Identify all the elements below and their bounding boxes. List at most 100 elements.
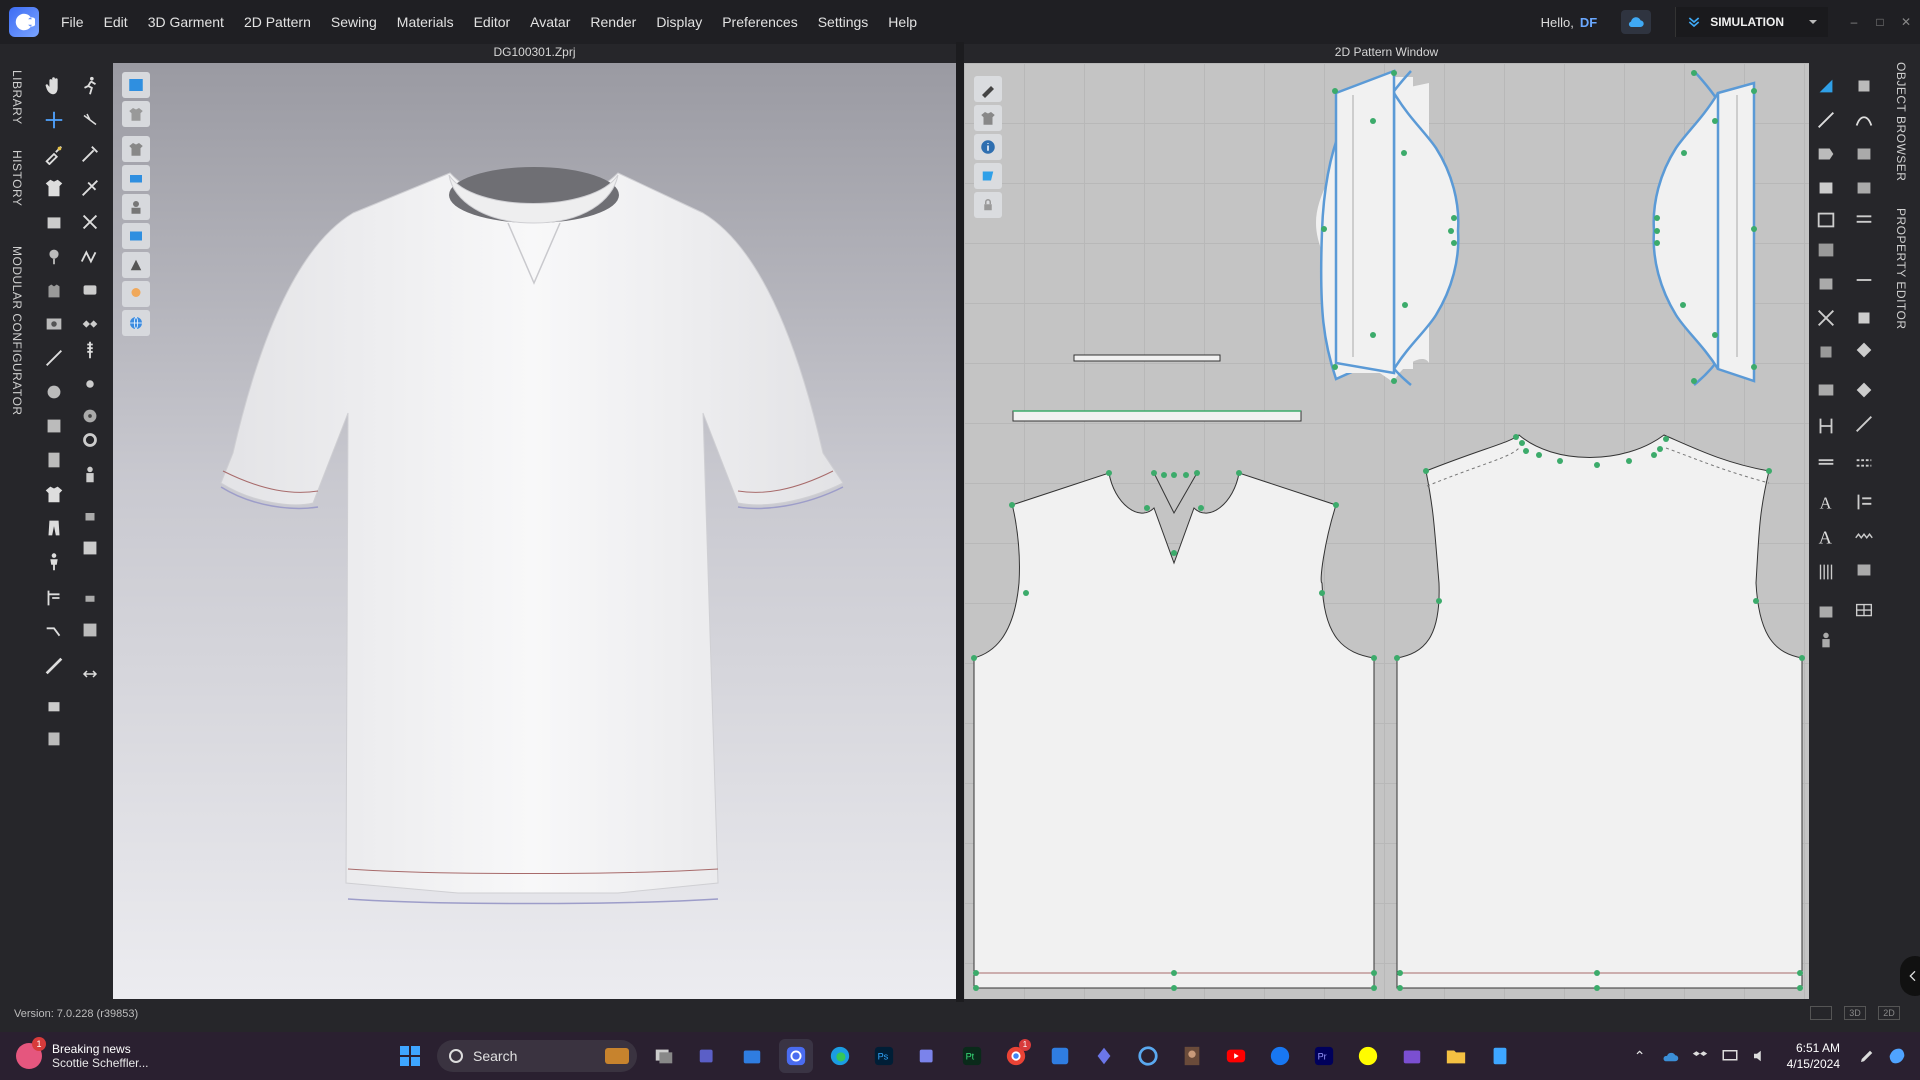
mode-selector[interactable]: SIMULATION [1675,7,1828,37]
menu-help[interactable]: Help [878,0,927,44]
teams-work-app[interactable] [911,1039,945,1073]
edge-app[interactable] [823,1039,857,1073]
grommet-tool[interactable] [76,426,104,454]
grid-tool[interactable] [1812,558,1840,586]
measure-avatar-tool[interactable] [40,584,68,612]
avatar-display-button[interactable] [122,72,150,98]
layout-tool[interactable] [1812,598,1840,626]
skin-display-button[interactable] [122,281,150,307]
topstitch-tool[interactable] [76,502,104,530]
fill-tool[interactable] [76,616,104,644]
tab-property-editor[interactable]: PROPERTY EDITOR [1894,208,1908,330]
tab-library[interactable]: LIBRARY [10,70,24,125]
arrangement-tool[interactable] [76,660,104,688]
ruler-tool[interactable] [40,652,68,680]
length-tool[interactable] [1812,448,1840,476]
clapper-app[interactable] [1395,1039,1429,1073]
copilot-app[interactable] [1087,1039,1121,1073]
menu-display[interactable]: Display [646,0,712,44]
facebook-app[interactable] [1263,1039,1297,1073]
seam-allowance-tool[interactable] [1812,270,1840,298]
fold-tool[interactable] [76,106,104,134]
annotation-tool[interactable] [1850,488,1878,516]
dart-tool[interactable] [1850,174,1878,202]
texture-display-button[interactable] [122,136,150,162]
zigzag-measure-tool[interactable] [1850,522,1878,550]
user-name[interactable]: DF [1580,15,1597,30]
tab-history[interactable]: HISTORY [10,150,24,206]
menu-avatar[interactable]: Avatar [520,0,580,44]
graphic-tool[interactable] [1812,376,1840,404]
tape-measure-tool[interactable] [76,584,104,612]
explorer-app[interactable] [1439,1039,1473,1073]
menu-sewing[interactable]: Sewing [321,0,387,44]
store-app[interactable] [735,1039,769,1073]
internal-polygon-tool[interactable] [1812,174,1840,202]
menu-preferences[interactable]: Preferences [712,0,807,44]
texture-tool[interactable] [76,534,104,562]
free-sewing-tool[interactable] [1812,304,1840,332]
show-garment-button[interactable] [974,105,1002,131]
volume-icon[interactable] [1749,1045,1771,1067]
route-tool[interactable] [40,618,68,646]
distance-tool[interactable] [1850,448,1878,476]
pt-app[interactable]: Pt [955,1039,989,1073]
lock-pattern-button[interactable] [974,192,1002,218]
cloud-sync-button[interactable] [1621,10,1652,34]
taskbar-search[interactable]: Search [437,1040,637,1072]
maps-app[interactable] [1043,1039,1077,1073]
shirt-fold-tool[interactable] [40,480,68,508]
line-tool[interactable] [40,344,68,372]
avatar-fit-tool[interactable] [1812,626,1840,654]
viewport-3d[interactable] [113,63,956,999]
show-info-button[interactable] [974,134,1002,160]
news-widget[interactable]: 1 Breaking news Scottie Scheffler... [16,1037,236,1074]
button-place-tool[interactable] [1850,556,1878,584]
material-display-button[interactable] [122,252,150,278]
gizmo-tool[interactable] [40,106,68,134]
check-sewing-tool[interactable] [1850,304,1878,332]
trim-tool[interactable] [40,310,68,338]
photo-app[interactable] [1175,1039,1209,1073]
panel-splitter[interactable] [956,42,964,1002]
text-style-tool[interactable]: A [1812,522,1840,550]
tab-modular-configurator[interactable]: MODULAR CONFIGURATOR [10,246,24,416]
dropbox-icon[interactable] [1689,1045,1711,1067]
pin-tool[interactable] [40,242,68,270]
brush-tool[interactable] [40,140,68,168]
polygon-tool[interactable] [1812,140,1840,168]
menu-settings[interactable]: Settings [808,0,879,44]
fitting-suit-tool[interactable] [40,446,68,474]
environment-button[interactable] [122,310,150,336]
onedrive-icon[interactable] [1659,1045,1681,1067]
clo3d-app-button[interactable] [779,1039,813,1073]
stitch-tool[interactable] [76,242,104,270]
view-split-button[interactable] [1810,1006,1832,1020]
texture-edit-tool[interactable] [1850,376,1878,404]
menu-render[interactable]: Render [580,0,646,44]
menu-materials[interactable]: Materials [387,0,464,44]
button-tool[interactable] [76,276,104,304]
clock[interactable]: 6:51 AM 4/15/2024 [1787,1040,1840,1072]
edit-point-tool[interactable] [1812,106,1840,134]
viewport-2d[interactable] [964,63,1809,999]
text-tool[interactable]: A [1812,488,1840,516]
display-icon[interactable] [1719,1045,1741,1067]
close-button[interactable]: ✕ [1894,10,1918,34]
menu-edit[interactable]: Edit [94,0,138,44]
quilt-tool[interactable] [76,310,104,338]
rectangle-tool[interactable] [1850,140,1878,168]
fabric-display-button[interactable] [122,223,150,249]
chrome-app[interactable]: 1 [999,1039,1033,1073]
menu-3d-garment[interactable]: 3D Garment [138,0,234,44]
line-measure-tool[interactable] [1850,410,1878,438]
show-2d-pattern-button[interactable] [974,76,1002,102]
point-tool[interactable] [76,370,104,398]
pants-tool[interactable] [40,514,68,542]
edit-pattern-tool[interactable] [1850,72,1878,100]
cortana-app[interactable] [1131,1039,1165,1073]
hat-tool[interactable] [40,208,68,236]
shape-tool[interactable] [40,378,68,406]
show-fabric-button[interactable] [974,163,1002,189]
ruler-length-tool[interactable] [1812,412,1840,440]
